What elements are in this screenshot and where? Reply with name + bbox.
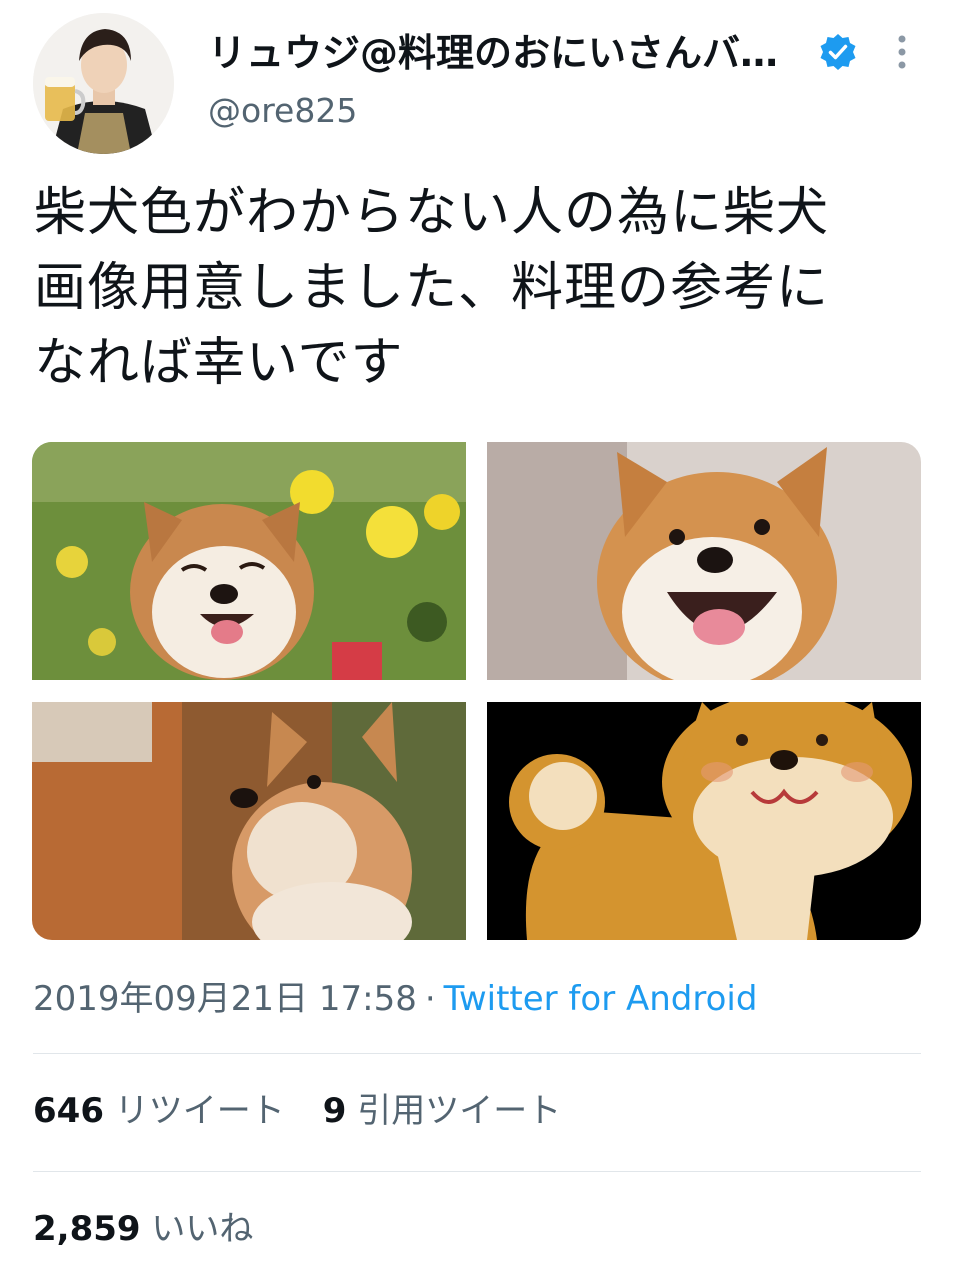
likes-count: 2,859 [33,1209,141,1249]
quotes-count: 9 [322,1091,347,1131]
tweet-photo-3[interactable] [32,702,466,940]
tweet-photo-4[interactable] [487,702,921,940]
likes-row[interactable]: 2,859 いいね [33,1208,253,1250]
author-avatar[interactable] [33,13,174,154]
tweet-meta: 2019年09月21日 17:58 · Twitter for Android [33,978,757,1020]
likes-label: いいね [151,1209,254,1249]
meta-separator: · [424,979,436,1019]
author-display-name[interactable]: リュウジ@料理のおにいさんバ… [208,30,778,76]
retweets-label: リツイート [114,1091,285,1131]
quotes-label: 引用ツイート [357,1091,562,1131]
retweets-link[interactable]: 646 リツイート [33,1091,285,1131]
verified-badge-icon [818,32,858,72]
retweet-stats-row: 646 リツイート 9 引用ツイート [33,1090,561,1132]
divider [33,1171,921,1172]
tweet-photo-1[interactable] [32,442,466,680]
tweet-text: 柴犬色がわからない人の為に柴犬 画像用意しました、料理の参考に なれば幸いです [34,183,830,393]
author-handle[interactable]: @ore825 [208,91,357,131]
tweet-source-link[interactable]: Twitter for Android [444,979,758,1019]
quotes-link[interactable]: 9 引用ツイート [323,1091,561,1131]
tweet-timestamp[interactable]: 2019年09月21日 17:58 [33,979,417,1019]
retweets-count: 646 [33,1091,104,1131]
divider [33,1053,921,1054]
tweet-photo-2[interactable] [487,442,921,680]
more-vertical-icon[interactable] [893,32,911,72]
